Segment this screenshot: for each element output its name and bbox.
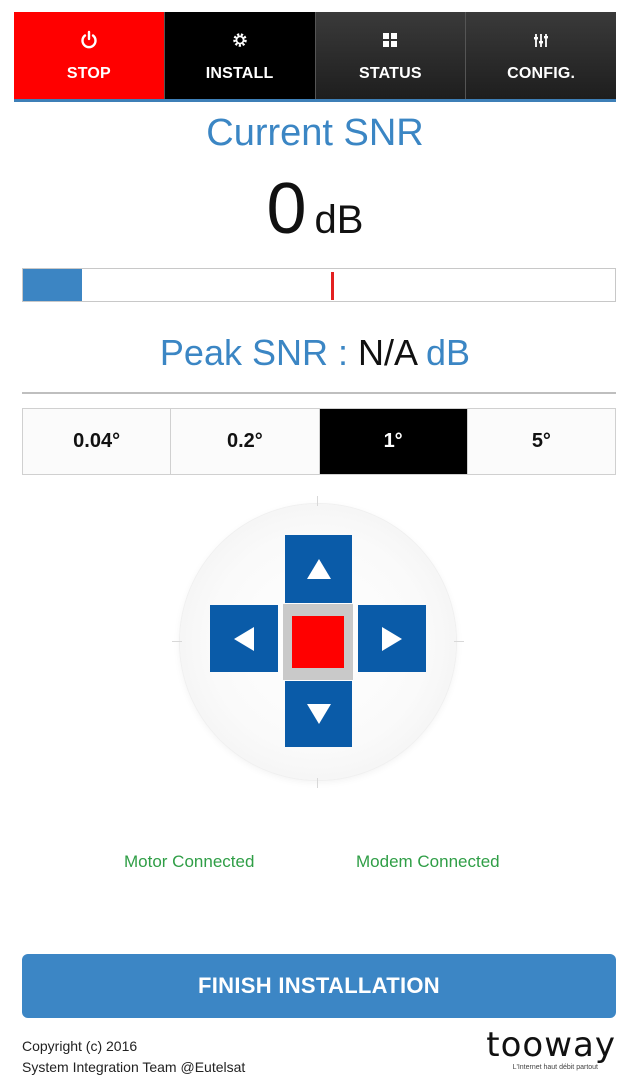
copyright-text: Copyright (c) 2016: [22, 1038, 138, 1054]
peak-snr-unit: dB: [416, 332, 471, 373]
tooway-logo: tooway L'Internet haut débit partout: [486, 1028, 616, 1071]
peak-snr-value: N/A: [358, 332, 417, 373]
grid-icon: [382, 29, 398, 51]
arrow-right-icon: [382, 626, 402, 651]
dial-tick: [172, 641, 182, 642]
step-option[interactable]: 0.04°: [23, 409, 172, 474]
brand-name: tooway: [486, 1025, 616, 1065]
power-icon: [79, 29, 99, 51]
arrow-up-icon: [306, 559, 331, 579]
modem-status: Modem Connected: [356, 852, 500, 871]
joystick-stop-button[interactable]: [292, 616, 344, 668]
step-option-selected[interactable]: 1°: [319, 409, 468, 474]
current-snr-title: Current SNR: [206, 112, 424, 154]
step-option[interactable]: 5°: [467, 409, 615, 474]
move-left-button[interactable]: [210, 605, 278, 672]
nav-stop-button[interactable]: STOP: [14, 12, 165, 99]
nav-stop-label: STOP: [66, 64, 111, 82]
nav-install-label: INSTALL: [205, 64, 274, 82]
nav-install-button[interactable]: INSTALL: [164, 12, 316, 99]
gear-icon: [231, 29, 249, 51]
nav-status-button[interactable]: STATUS: [315, 12, 467, 99]
snr-number: 0: [266, 169, 307, 249]
sliders-icon: [533, 29, 549, 51]
brand-tagline: L'Internet haut débit partout: [512, 1064, 598, 1071]
snr-threshold-marker: [330, 272, 334, 300]
nav-status-label: STATUS: [358, 64, 422, 82]
finish-installation-button[interactable]: FINISH INSTALLATION: [22, 954, 616, 1018]
current-snr-value: 0 dB: [0, 168, 630, 250]
snr-level-fill: [23, 269, 83, 301]
move-right-button[interactable]: [358, 605, 426, 672]
arrow-left-icon: [234, 626, 254, 651]
step-selector: 0.04° 0.2° 1° 5°: [22, 408, 616, 475]
nav-config-button[interactable]: CONFIG.: [466, 12, 616, 99]
peak-snr: Peak SNR : N/A dB: [0, 332, 630, 374]
peak-snr-label: Peak SNR :: [159, 332, 358, 373]
divider: [22, 392, 616, 394]
nav-config-label: CONFIG.: [507, 64, 576, 82]
dial-tick: [317, 496, 318, 506]
snr-unit: dB: [314, 198, 364, 242]
step-option[interactable]: 0.2°: [171, 409, 320, 474]
top-nav: STOP INSTALL STATUS CONFIG.: [14, 12, 616, 102]
footer: Copyright (c) 2016 System Integration Te…: [22, 1036, 245, 1078]
snr-level-bar: [22, 268, 616, 302]
move-up-button[interactable]: [285, 535, 352, 603]
dial-tick: [454, 641, 464, 642]
move-down-button[interactable]: [285, 681, 352, 747]
motor-status: Motor Connected: [124, 852, 255, 871]
dial-tick: [317, 778, 318, 788]
team-text: System Integration Team @Eutelsat: [22, 1059, 246, 1075]
arrow-down-icon: [306, 704, 331, 724]
